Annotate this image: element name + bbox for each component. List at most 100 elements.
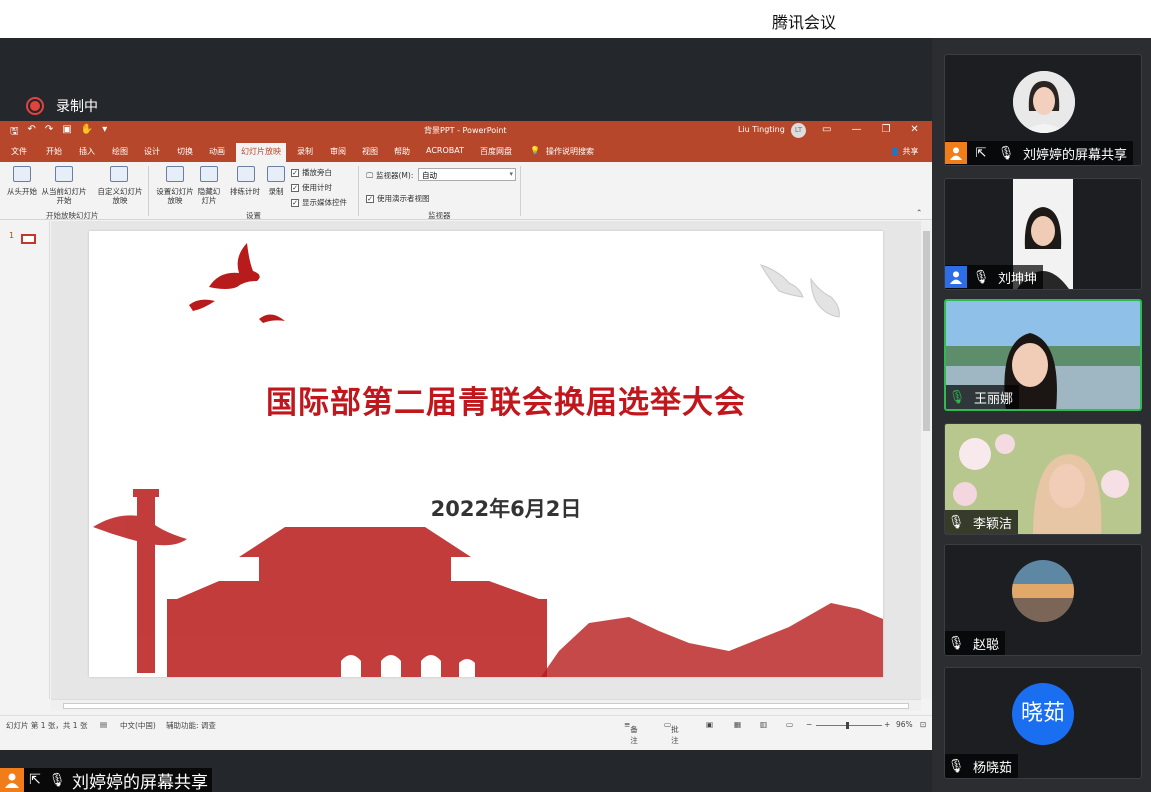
use-timings-checkbox[interactable]: ✓ 使用计时 [291, 182, 332, 193]
accessibility-status[interactable]: 辅助功能: 调查 [166, 720, 216, 731]
tab-acrobat[interactable]: ACROBAT [426, 146, 464, 155]
zoom-in-icon[interactable]: + [884, 720, 890, 729]
zoom-out-icon[interactable]: − [806, 720, 812, 729]
participant-tile[interactable]: ⇱ 🎙 刘婷婷的屏幕共享 [944, 54, 1142, 166]
tab-review[interactable]: 审阅 [330, 146, 346, 157]
normal-view-icon[interactable]: ▣ [706, 720, 713, 729]
tab-slideshow[interactable]: 幻灯片放映 [236, 143, 286, 162]
record-slideshow-button[interactable]: 录制 [264, 187, 288, 196]
tab-file[interactable]: 文件 [11, 146, 27, 157]
scroll-thumb[interactable] [63, 703, 909, 709]
record-icon [26, 97, 44, 115]
vertical-scrollbar[interactable] [921, 221, 932, 699]
custom-show-icon [110, 166, 128, 182]
present-icon[interactable]: ▣ [62, 124, 71, 141]
slide-thumbnail[interactable] [21, 234, 36, 244]
group-divider [358, 166, 359, 216]
participant-tile[interactable]: 🎙 李颖洁 [944, 423, 1142, 535]
tab-record[interactable]: 录制 [297, 146, 313, 157]
checkbox-label: 显示媒体控件 [302, 198, 347, 207]
checkbox-checked-icon: ✓ [366, 194, 374, 203]
slideshow-view-icon[interactable]: ▭ [786, 720, 793, 729]
tab-baidu-netdisk[interactable]: 百度网盘 [480, 146, 512, 157]
checkbox-label: 播放旁白 [302, 168, 332, 177]
horizontal-scrollbar[interactable] [51, 699, 921, 711]
redo-icon[interactable]: ↷ [45, 124, 53, 141]
tell-me-search[interactable]: 操作说明搜索 [546, 146, 594, 157]
custom-show-button[interactable]: 自定义幻灯片放映 [94, 187, 146, 205]
participant-tile[interactable]: 🎙 赵聪 [944, 544, 1142, 656]
app-title: 腾讯会议 [772, 13, 837, 32]
share-badge-label: 刘婷婷的屏幕共享 [72, 772, 208, 792]
participant-name: 刘婷婷的屏幕共享 [1023, 147, 1128, 163]
slide-title[interactable]: 国际部第二届青联会换届选举大会 [89, 377, 883, 422]
recording-indicator[interactable]: 录制中 [26, 96, 98, 116]
slide-canvas[interactable]: 国际部第二届青联会换届选举大会 2022年6月2日 [89, 231, 883, 677]
ribbon-display-icon[interactable]: ▭ [822, 124, 831, 135]
zoom-slider[interactable] [816, 722, 882, 729]
checkbox-label: 使用计时 [302, 183, 332, 192]
document-title: 背景PPT - PowerPoint [424, 126, 507, 135]
slide-count-status: 幻灯片 第 1 张，共 1 张 [6, 721, 88, 730]
ribbon-slideshow: 从头开始 从当前幻灯片开始 自定义幻灯片放映 开始放映幻灯片 设置幻灯片放映 隐… [0, 162, 932, 220]
setup-show-button[interactable]: 设置幻灯片放映 [154, 187, 196, 205]
user-avatar[interactable]: LT [791, 123, 806, 138]
save-icon[interactable]: 🖫 [10, 124, 19, 141]
zoom-level[interactable]: 96% [896, 720, 913, 729]
from-start-button[interactable]: 从头开始 [4, 187, 40, 196]
participant-tile[interactable]: 晓茹 🎙 杨晓茹 [944, 667, 1142, 779]
recording-label: 录制中 [56, 99, 98, 115]
customize-toolbar-icon[interactable]: ▾ [102, 124, 107, 141]
slide-thumbnail-pane: 1 [0, 221, 50, 699]
rehearse-timings-button[interactable]: 排练计时 [228, 187, 262, 196]
tab-insert[interactable]: 插入 [79, 146, 95, 157]
monitor-select[interactable]: 自动 [418, 168, 516, 181]
screen-share-badge: ⇱ 🎙 刘婷婷的屏幕共享 [0, 768, 212, 792]
restore-icon[interactable]: ❐ [881, 124, 890, 135]
play-from-current-icon [55, 166, 73, 182]
group-label-setup: 设置 [246, 211, 261, 220]
close-icon[interactable]: ✕ [910, 124, 918, 135]
play-narrations-checkbox[interactable]: ✓ 播放旁白 [291, 167, 332, 178]
user-icon [945, 142, 967, 164]
tab-help[interactable]: 帮助 [394, 146, 410, 157]
tab-view[interactable]: 视图 [362, 146, 378, 157]
scroll-thumb[interactable] [923, 231, 930, 431]
reading-view-icon[interactable]: ▥ [760, 720, 767, 729]
fit-slide-icon[interactable]: ⊡ [920, 720, 926, 729]
tab-animations[interactable]: 动画 [209, 146, 225, 157]
tab-transitions[interactable]: 切换 [177, 146, 193, 157]
red-birds-icon [189, 243, 285, 323]
participant-name-bar: 🎙 李颖洁 [945, 510, 1019, 534]
tab-draw[interactable]: 绘图 [112, 146, 128, 157]
powerpoint-window: 🖫 ↶ ↷ ▣ ✋ ▾ 背景PPT - PowerPoint Liu Tingt… [0, 121, 932, 750]
participant-name: 刘坤坤 [998, 271, 1038, 287]
language-status[interactable]: 中文(中国) [120, 720, 156, 731]
group-divider [148, 166, 149, 216]
participant-name: 赵聪 [973, 637, 1000, 653]
play-from-start-icon [13, 166, 31, 182]
user-name[interactable]: Liu Tingting [738, 125, 785, 134]
from-current-button[interactable]: 从当前幻灯片开始 [40, 187, 88, 205]
participant-name: 王丽娜 [974, 391, 1014, 407]
touch-mode-icon[interactable]: ✋ [81, 124, 93, 141]
spellcheck-icon[interactable]: ▤ [100, 720, 107, 729]
hide-slide-button[interactable]: 隐藏幻灯片 [196, 187, 222, 205]
tab-design[interactable]: 设计 [144, 146, 160, 157]
presenter-view-checkbox[interactable]: ✓ 使用演示者视图 [366, 193, 430, 204]
share-button[interactable]: 👤 共享 [890, 146, 919, 157]
minimize-icon[interactable]: — [851, 124, 861, 135]
tab-home[interactable]: 开始 [46, 146, 62, 157]
comments-button[interactable]: ▭ 批注 [664, 720, 679, 745]
mic-icon: 🎙 [972, 269, 990, 285]
collapse-ribbon-icon[interactable]: ⌃ [916, 208, 922, 217]
undo-icon[interactable]: ↶ [28, 124, 36, 141]
slide-date[interactable]: 2022年6月2日 [89, 493, 883, 523]
notes-button[interactable]: ≡ 备注 [624, 720, 638, 745]
participant-name-bar: 🎙 王丽娜 [946, 385, 1020, 409]
slide-sorter-icon[interactable]: ▦ [734, 720, 741, 729]
participant-tile[interactable]: 🎙 刘坤坤 [944, 178, 1142, 290]
show-media-controls-checkbox[interactable]: ✓ 显示媒体控件 [291, 197, 347, 208]
participant-tile-active-speaker[interactable]: 🎙 王丽娜 [944, 299, 1142, 411]
ppt-title-bar: 🖫 ↶ ↷ ▣ ✋ ▾ 背景PPT - PowerPoint Liu Tingt… [0, 121, 932, 140]
